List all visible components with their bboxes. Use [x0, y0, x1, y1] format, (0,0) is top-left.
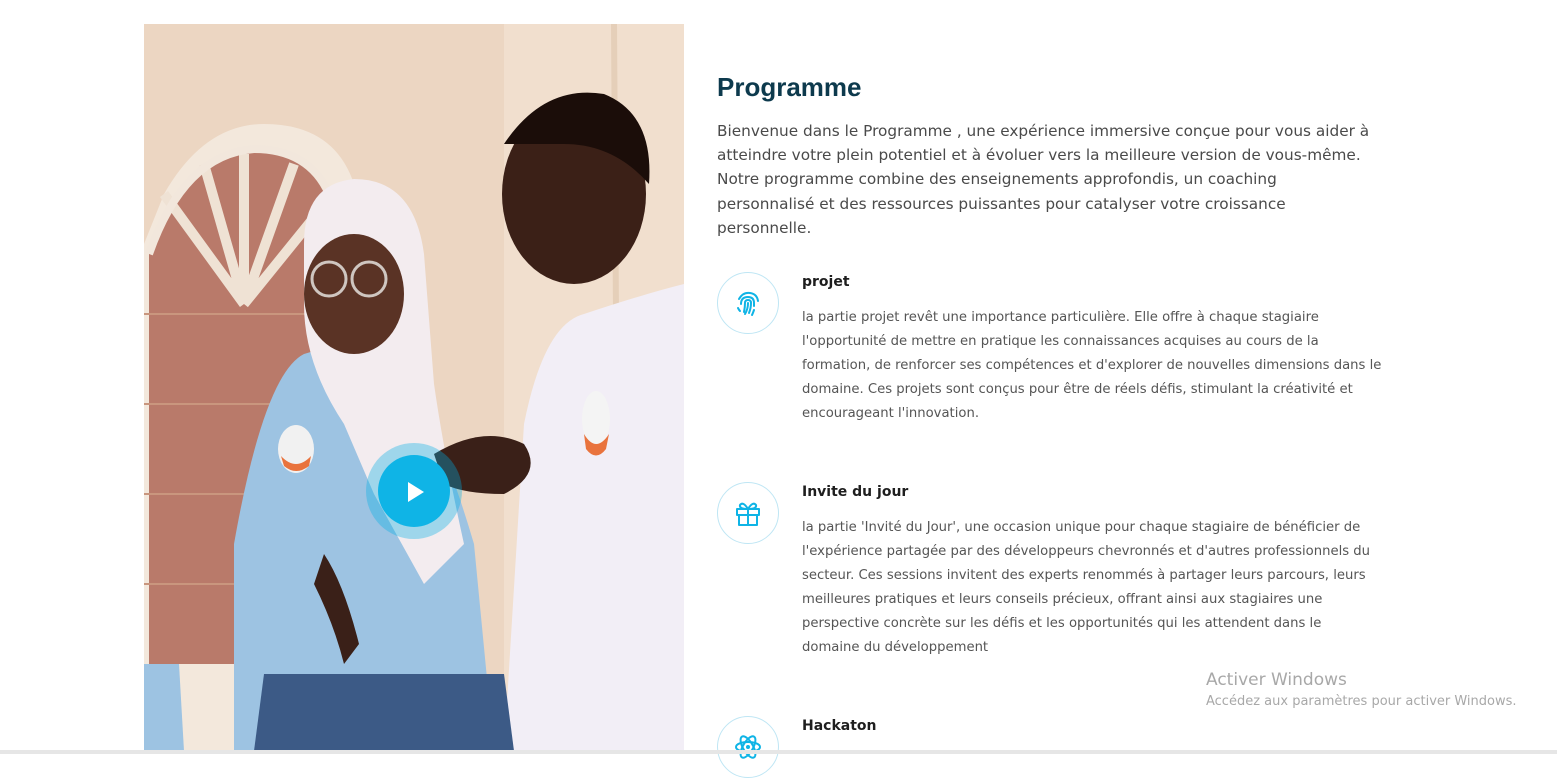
feature-description: la partie projet revêt une importance pa…: [802, 310, 1382, 421]
windows-activation-watermark: Activer Windows Accédez aux paramètres p…: [1206, 670, 1517, 709]
horizontal-scrollbar[interactable]: [0, 750, 1557, 754]
programme-intro: Bienvenue dans le Programme , une expéri…: [717, 122, 1370, 237]
play-icon: [408, 482, 424, 502]
feature-title: Hackaton: [802, 718, 877, 734]
atom-icon: [735, 735, 761, 759]
play-button[interactable]: [378, 455, 450, 527]
watermark-title: Activer Windows: [1206, 670, 1347, 690]
feature-icon-circle: [717, 272, 779, 334]
students-photo: [144, 24, 684, 751]
watermark-subtitle: Accédez aux paramètres pour activer Wind…: [1206, 694, 1517, 709]
feature-description: la partie 'Invité du Jour', une occasion…: [802, 520, 1371, 655]
play-button-halo: [366, 443, 462, 539]
page-title: Programme: [717, 72, 862, 102]
feature-icon-circle: [717, 716, 779, 778]
video-thumbnail[interactable]: [144, 24, 684, 751]
fingerprint-icon: [737, 291, 759, 316]
feature-icon-circle: [717, 482, 779, 544]
feature-title: Invite du jour: [802, 484, 909, 500]
feature-title: projet: [802, 274, 850, 290]
gift-icon: [736, 502, 760, 526]
